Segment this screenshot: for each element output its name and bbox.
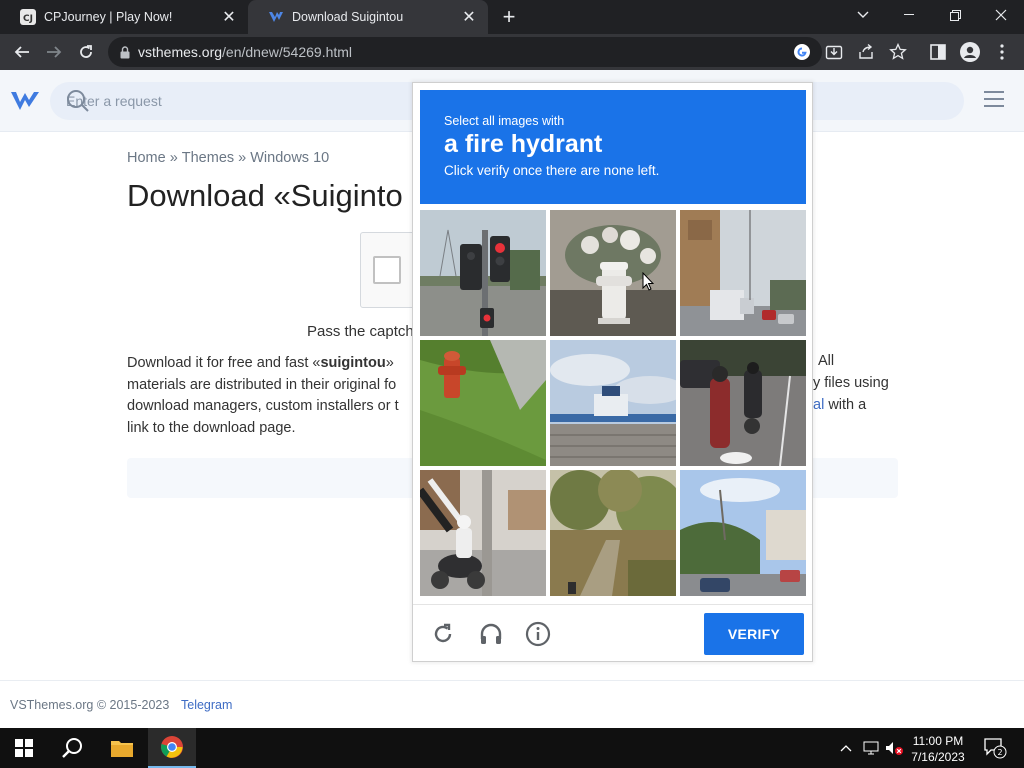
install-app-icon[interactable] [822,40,846,64]
challenge-tile-7[interactable] [420,470,546,596]
notification-center-icon[interactable]: 2 [980,728,1010,768]
challenge-target: a fire hydrant [444,130,603,158]
challenge-tile-5[interactable] [550,340,676,466]
audio-challenge-headphones-icon[interactable] [478,621,504,647]
page-title: Download «Suiginto [127,178,403,213]
windows-start-icon[interactable] [0,728,48,768]
recaptcha-checkbox[interactable] [373,256,401,284]
vsthemes-logo-icon[interactable] [10,86,40,116]
challenge-tile-2[interactable] [550,210,676,336]
pass-captcha-text: Pass the captch [307,323,414,340]
mouse-cursor-icon [642,271,655,296]
side-panel-icon[interactable] [926,40,950,64]
challenge-tile-6[interactable] [680,340,806,466]
tray-chevron-up-icon[interactable] [836,728,856,768]
description-right-link: al with a [813,397,867,413]
challenge-footer: VERIFY [413,604,812,661]
description-right-all: All [818,353,835,369]
restore-button[interactable] [932,0,978,30]
breadcrumb-windows10[interactable]: Windows 10 [250,150,329,166]
hamburger-menu-icon[interactable] [984,90,1004,108]
clock-time: 11:00 PM [912,734,964,748]
taskbar-clock[interactable]: 11:00 PM 7/16/2023 [906,733,970,765]
challenge-header: Select all images with a fire hydrant Cl… [420,90,806,204]
profile-avatar-icon[interactable] [958,40,982,64]
clock-date: 7/16/2023 [911,750,965,764]
footer-telegram-link[interactable]: Telegram [181,698,232,712]
share-icon[interactable] [854,40,878,64]
notification-count: 2 [997,748,1002,757]
info-icon[interactable] [525,621,551,647]
taskbar-search-icon[interactable] [48,728,96,768]
challenge-subinstruction: Click verify once there are none left. [444,163,660,178]
volume-muted-icon[interactable] [884,728,906,768]
description-link[interactable]: al [813,397,824,413]
back-arrow-icon[interactable] [10,40,34,64]
menu-kebab-icon[interactable] [990,40,1014,64]
breadcrumb-themes[interactable]: Themes [182,150,234,166]
challenge-tile-4[interactable] [420,340,546,466]
challenge-instruction: Select all images with [444,114,565,128]
challenge-tile-3[interactable] [680,210,806,336]
network-icon[interactable] [860,728,882,768]
google-icon[interactable] [790,40,814,64]
tab-search-chevron-icon[interactable] [840,0,886,30]
recaptcha-challenge: Select all images with a fire hydrant Cl… [412,82,813,662]
forward-arrow-icon[interactable] [42,40,66,64]
bookmark-star-icon[interactable] [886,40,910,64]
challenge-tile-8[interactable] [550,470,676,596]
tab-close-icon[interactable]: ✕ [460,8,478,26]
file-explorer-icon[interactable] [98,728,146,768]
reload-challenge-icon[interactable] [430,621,456,647]
new-tab-button[interactable]: + [498,6,520,28]
cpjourney-favicon-icon: CJ [20,9,36,25]
challenge-tile-1[interactable] [420,210,546,336]
chrome-taskbar-icon[interactable] [148,728,196,768]
challenge-image-grid [420,210,806,596]
svg-text:CJ: CJ [23,14,33,24]
description-right-files: y files using [813,375,889,391]
footer-copyright: VSThemes.org © 2015-2023 [10,698,170,712]
recaptcha-checkbox-widget [360,232,420,308]
breadcrumb-home[interactable]: Home [127,150,166,166]
tab-cpjourney[interactable]: CJ CPJourney | Play Now! ✕ [0,0,248,34]
breadcrumb-separator: » [169,150,178,166]
verify-button[interactable]: VERIFY [704,613,804,655]
breadcrumb-separator: » [238,150,247,166]
tab-strip: CJ CPJourney | Play Now! ✕ Download Suig… [0,0,1024,34]
tab-title: CPJourney | Play Now! [44,10,173,24]
address-bar[interactable]: vsthemes.org/en/dnew/54269.html [108,37,822,67]
challenge-tile-9[interactable] [680,470,806,596]
tab-download-suigintou[interactable]: Download Suigintou ✕ [248,0,488,34]
url-text: vsthemes.org/en/dnew/54269.html [138,44,353,60]
breadcrumb: Home» Themes» Windows 10 [127,150,329,166]
lock-icon[interactable] [120,45,130,59]
windows-taskbar: 11:00 PM 7/16/2023 2 [0,728,1024,768]
close-window-button[interactable] [978,0,1024,30]
site-footer: VSThemes.org © 2015-2023 Telegram [0,680,1024,728]
vsthemes-favicon-icon [268,9,284,25]
minimize-button[interactable] [886,0,932,30]
tab-title: Download Suigintou [292,10,404,24]
tab-close-icon[interactable]: ✕ [220,8,238,26]
reload-icon[interactable] [74,40,98,64]
browser-toolbar: vsthemes.org/en/dnew/54269.html [0,34,1024,70]
